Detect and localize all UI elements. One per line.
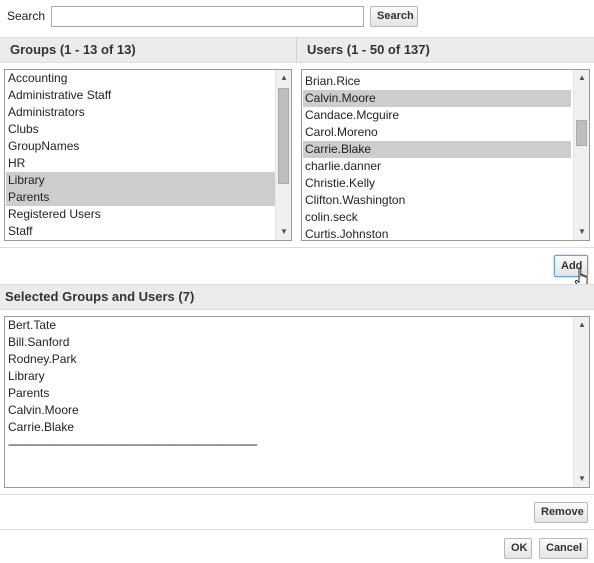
selected-item[interactable]: Rodney.Park [6,351,76,368]
separator [0,529,594,530]
user-item[interactable]: Clifton.Washington [303,192,571,209]
users-header: Users (1 - 50 of 137) [307,42,430,57]
selected-listbox[interactable]: Bert.Tate Bill.Sanford Rodney.Park Libra… [4,316,590,488]
scroll-up-arrow-icon[interactable]: ▲ [574,70,589,86]
selected-header-band: Selected Groups and Users (7) [0,284,594,310]
separator [0,247,594,248]
search-button[interactable]: Search [370,6,418,27]
remove-button[interactable]: Remove [534,502,588,523]
user-item[interactable]: Curtis.Johnston [303,226,571,240]
user-item[interactable]: Calvin.Moore [303,90,571,107]
group-item[interactable]: Registered Users [6,206,275,223]
user-item[interactable]: Carol.Moreno [303,124,571,141]
search-label: Search [7,9,46,23]
header-divider [296,38,297,62]
users-scrollbar[interactable]: ▲ ▼ [573,70,589,240]
scroll-up-arrow-icon[interactable]: ▲ [574,317,589,333]
group-item[interactable]: GroupNames [6,138,275,155]
cancel-button[interactable]: Cancel [539,538,588,559]
selected-header: Selected Groups and Users (7) [5,289,195,304]
group-item[interactable]: Administrative Staff [6,87,275,104]
groups-listbox[interactable]: Accounting Administrative Staff Administ… [4,69,292,241]
user-item[interactable]: Christie.Kelly [303,175,571,192]
search-input[interactable] [51,6,364,27]
separator [0,494,594,495]
groups-scrollbar[interactable]: ▲ ▼ [275,70,291,240]
group-item[interactable]: Staff [6,223,275,240]
scroll-up-arrow-icon[interactable]: ▲ [276,70,291,86]
groups-header: Groups (1 - 13 of 13) [10,42,136,57]
selected-item[interactable]: Bill.Sanford [6,334,69,351]
selected-list-divider: ----------------------------------------… [8,437,258,451]
selected-item[interactable]: Carrie.Blake [6,419,74,436]
group-item[interactable]: Parents [6,189,275,206]
selected-item[interactable]: Calvin.Moore [6,402,79,419]
group-item[interactable]: Library [6,172,275,189]
search-row: Search Search [0,0,594,34]
scroll-down-arrow-icon[interactable]: ▼ [574,471,589,487]
user-item[interactable]: Brian.Rice [303,73,571,90]
users-scroll-thumb[interactable] [576,120,587,146]
lists-header: Groups (1 - 13 of 13) Users (1 - 50 of 1… [0,37,594,63]
group-item[interactable]: Administrators [6,104,275,121]
scroll-down-arrow-icon[interactable]: ▼ [574,224,589,240]
selected-item[interactable]: Library [6,368,45,385]
selected-scrollbar[interactable]: ▲ ▼ [573,317,589,487]
group-item[interactable]: HR [6,155,275,172]
selected-item[interactable]: Bert.Tate [6,317,56,334]
ok-button[interactable]: OK [504,538,532,559]
user-item[interactable]: charlie.danner [303,158,571,175]
group-item[interactable]: Accounting [6,70,275,87]
groups-scroll-thumb[interactable] [278,88,289,184]
user-item[interactable]: colin.seck [303,209,571,226]
users-listbox[interactable]: Brian.Rice Calvin.Moore Candace.Mcguire … [301,69,590,241]
user-item[interactable]: Candace.Mcguire [303,107,571,124]
user-item[interactable]: Carrie.Blake [303,141,571,158]
scroll-down-arrow-icon[interactable]: ▼ [276,224,291,240]
selected-item[interactable]: Parents [6,385,49,402]
group-item[interactable]: Clubs [6,121,275,138]
